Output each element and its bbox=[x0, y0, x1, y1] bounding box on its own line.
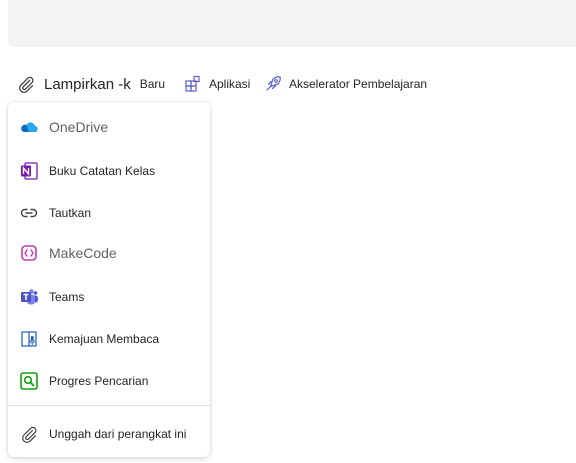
teams-icon bbox=[19, 287, 39, 307]
makecode-icon bbox=[19, 243, 39, 263]
link-icon bbox=[19, 203, 39, 223]
menu-item-label: Unggah dari perangkat ini bbox=[49, 427, 187, 441]
new-button-label[interactable]: Baru bbox=[140, 77, 165, 91]
menu-item-label: Tautkan bbox=[49, 206, 92, 220]
assignment-text-area[interactable] bbox=[8, 0, 576, 47]
learning-accelerator-label: Akselerator Pembelajaran bbox=[289, 77, 428, 91]
menu-item-label: Kemajuan Membaca bbox=[49, 332, 160, 346]
apps-icon bbox=[184, 75, 202, 93]
apps-label: Aplikasi bbox=[209, 77, 251, 91]
menu-divider bbox=[8, 405, 210, 406]
paperclip-icon bbox=[19, 424, 39, 444]
reading-progress-icon bbox=[19, 329, 39, 349]
search-progress-icon bbox=[19, 371, 39, 391]
menu-item-label: OneDrive bbox=[49, 119, 109, 135]
menu-item-class-notebook[interactable]: Buku Catatan Kelas bbox=[8, 151, 210, 191]
menu-item-teams[interactable]: Teams bbox=[8, 277, 210, 317]
attach-button[interactable]: Lampirkan -k Baru bbox=[16, 70, 165, 98]
menu-item-onedrive[interactable]: OneDrive bbox=[8, 107, 210, 147]
menu-item-upload-from-device[interactable]: Unggah dari perangkat ini bbox=[8, 414, 210, 454]
paperclip-icon bbox=[16, 74, 36, 94]
attach-dropdown-menu: OneDrive Buku Catatan Kelas Tautkan Make… bbox=[8, 102, 210, 457]
menu-item-search-progress[interactable]: Progres Pencarian bbox=[8, 361, 210, 401]
menu-item-label: Teams bbox=[49, 290, 85, 304]
menu-item-link[interactable]: Tautkan bbox=[8, 193, 210, 233]
learning-accelerator-button[interactable]: Akselerator Pembelajaran bbox=[264, 70, 427, 98]
attachment-toolbar: Lampirkan -k Baru Aplikasi Akselerator P… bbox=[0, 70, 576, 100]
attach-label: Lampirkan -k bbox=[44, 75, 131, 93]
onedrive-icon bbox=[19, 117, 39, 137]
menu-item-label: Buku Catatan Kelas bbox=[49, 164, 156, 178]
onenote-icon bbox=[19, 161, 39, 181]
apps-button[interactable]: Aplikasi bbox=[184, 70, 250, 98]
menu-item-makecode[interactable]: MakeCode bbox=[8, 233, 210, 273]
rocket-icon bbox=[264, 75, 282, 93]
menu-item-reading-progress[interactable]: Kemajuan Membaca bbox=[8, 319, 210, 359]
menu-item-label: MakeCode bbox=[49, 245, 117, 261]
menu-item-label: Progres Pencarian bbox=[49, 374, 149, 388]
